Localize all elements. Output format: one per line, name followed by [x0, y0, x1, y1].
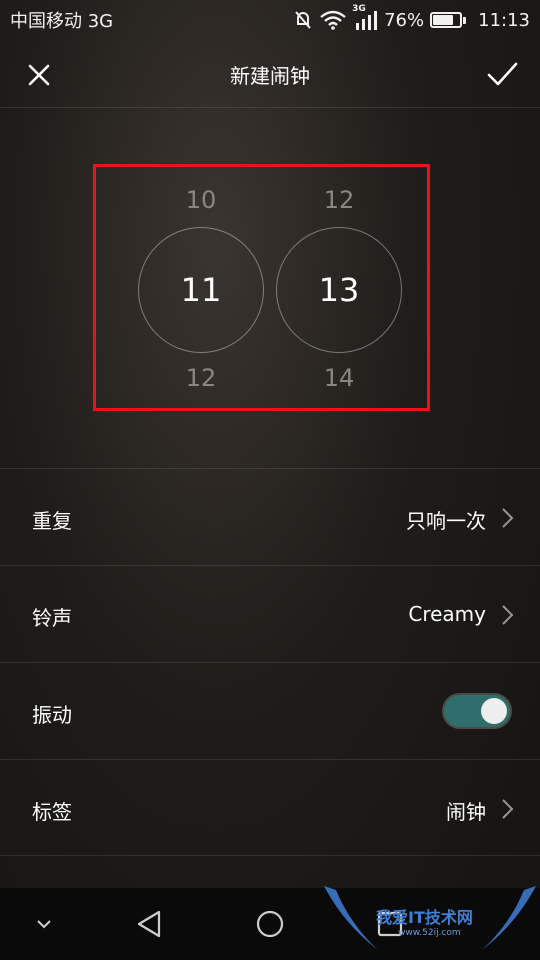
hour-prev[interactable]: 10	[138, 186, 264, 214]
wifi-icon	[320, 8, 346, 32]
settings-list: 重复 只响一次 铃声 Creamy 振动 标签 闹钟	[0, 468, 540, 856]
tag-label: 标签	[32, 800, 72, 824]
label-row[interactable]: 标签 闹钟	[0, 759, 540, 856]
battery-icon	[430, 12, 467, 28]
watermark-text: 我爱IT技术网	[376, 908, 473, 927]
title-bar: 新建闹钟	[0, 40, 540, 108]
page-title: 新建闹钟	[230, 64, 310, 88]
repeat-row[interactable]: 重复 只响一次	[0, 468, 540, 565]
ringtone-label: 铃声	[32, 606, 72, 630]
repeat-label: 重复	[32, 509, 72, 533]
ringtone-row[interactable]: 铃声 Creamy	[0, 565, 540, 662]
chevron-right-icon	[502, 508, 514, 528]
back-icon[interactable]	[132, 906, 168, 942]
tag-value: 闹钟	[446, 800, 486, 824]
toggle-knob	[481, 698, 507, 724]
chevron-right-icon	[502, 605, 514, 625]
hour-next[interactable]: 12	[138, 364, 264, 392]
status-bar: 中国移动 3G 3G 76% 11:13	[0, 0, 540, 40]
clock: 11:13	[478, 9, 530, 31]
home-icon[interactable]	[252, 906, 288, 942]
watermark-url: www.52ij.com	[398, 928, 461, 938]
mute-icon	[292, 8, 314, 32]
battery-percent: 76%	[384, 9, 425, 31]
ringtone-value: Creamy	[408, 602, 486, 626]
vibrate-toggle[interactable]	[442, 693, 512, 729]
chevron-right-icon	[502, 799, 514, 819]
status-icons: 3G 76% 11:13	[292, 4, 530, 32]
minute-prev[interactable]: 12	[276, 186, 402, 214]
hour-current[interactable]: 11	[138, 227, 264, 353]
signal-icon: 3G	[352, 4, 378, 32]
check-icon[interactable]	[484, 56, 520, 92]
chevron-down-icon[interactable]	[26, 906, 62, 942]
carrier-label: 中国移动 3G	[10, 11, 114, 32]
network-badge: 3G	[352, 4, 366, 14]
vibrate-label: 振动	[32, 703, 72, 727]
repeat-value: 只响一次	[406, 509, 486, 533]
minute-next[interactable]: 14	[276, 364, 402, 392]
minute-current[interactable]: 13	[276, 227, 402, 353]
vibrate-row: 振动	[0, 662, 540, 759]
